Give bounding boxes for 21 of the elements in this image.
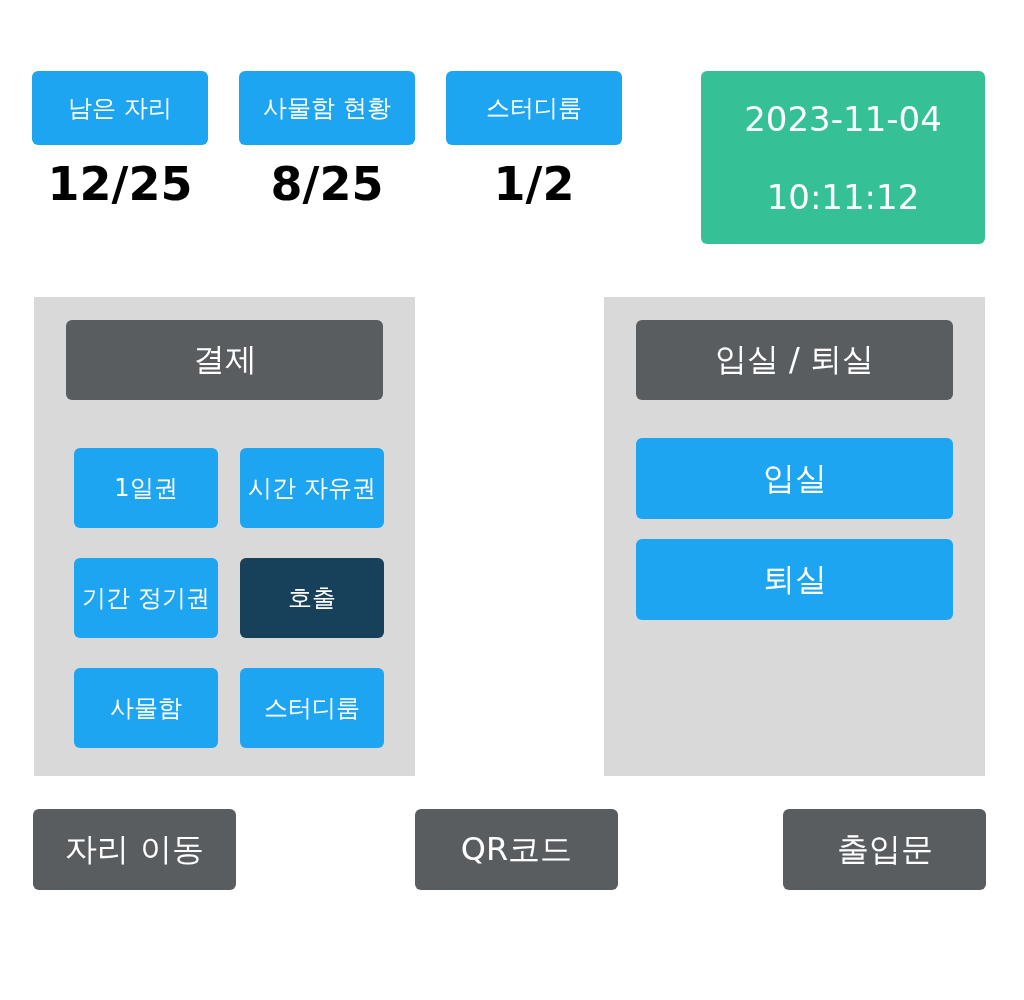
bottom-button[interactable]: QR코드: [415, 809, 618, 890]
panel-header: 결제: [66, 320, 383, 400]
stat-value: 12/25: [47, 157, 193, 211]
option-button[interactable]: 호출: [240, 558, 384, 638]
option-button[interactable]: 1일권: [74, 448, 218, 528]
clock-time: 10:11:12: [766, 176, 920, 217]
stat-label: 스터디룸: [446, 71, 622, 145]
bottom-button[interactable]: 자리 이동: [33, 809, 236, 890]
action-button[interactable]: 입실: [636, 438, 953, 519]
option-button[interactable]: 시간 자유권: [240, 448, 384, 528]
panel-header: 입실 / 퇴실: [636, 320, 953, 400]
stat-value: 1/2: [493, 157, 575, 211]
option-button[interactable]: 스터디룸: [240, 668, 384, 748]
action-button[interactable]: 퇴실: [636, 539, 953, 620]
stat-label: 남은 자리: [32, 71, 208, 145]
stat-label: 사물함 현황: [239, 71, 415, 145]
option-button[interactable]: 기간 정기권: [74, 558, 218, 638]
clock-date: 2023-11-04: [744, 98, 942, 139]
stat-value: 8/25: [270, 157, 384, 211]
bottom-button[interactable]: 출입문: [783, 809, 986, 890]
option-button[interactable]: 사물함: [74, 668, 218, 748]
